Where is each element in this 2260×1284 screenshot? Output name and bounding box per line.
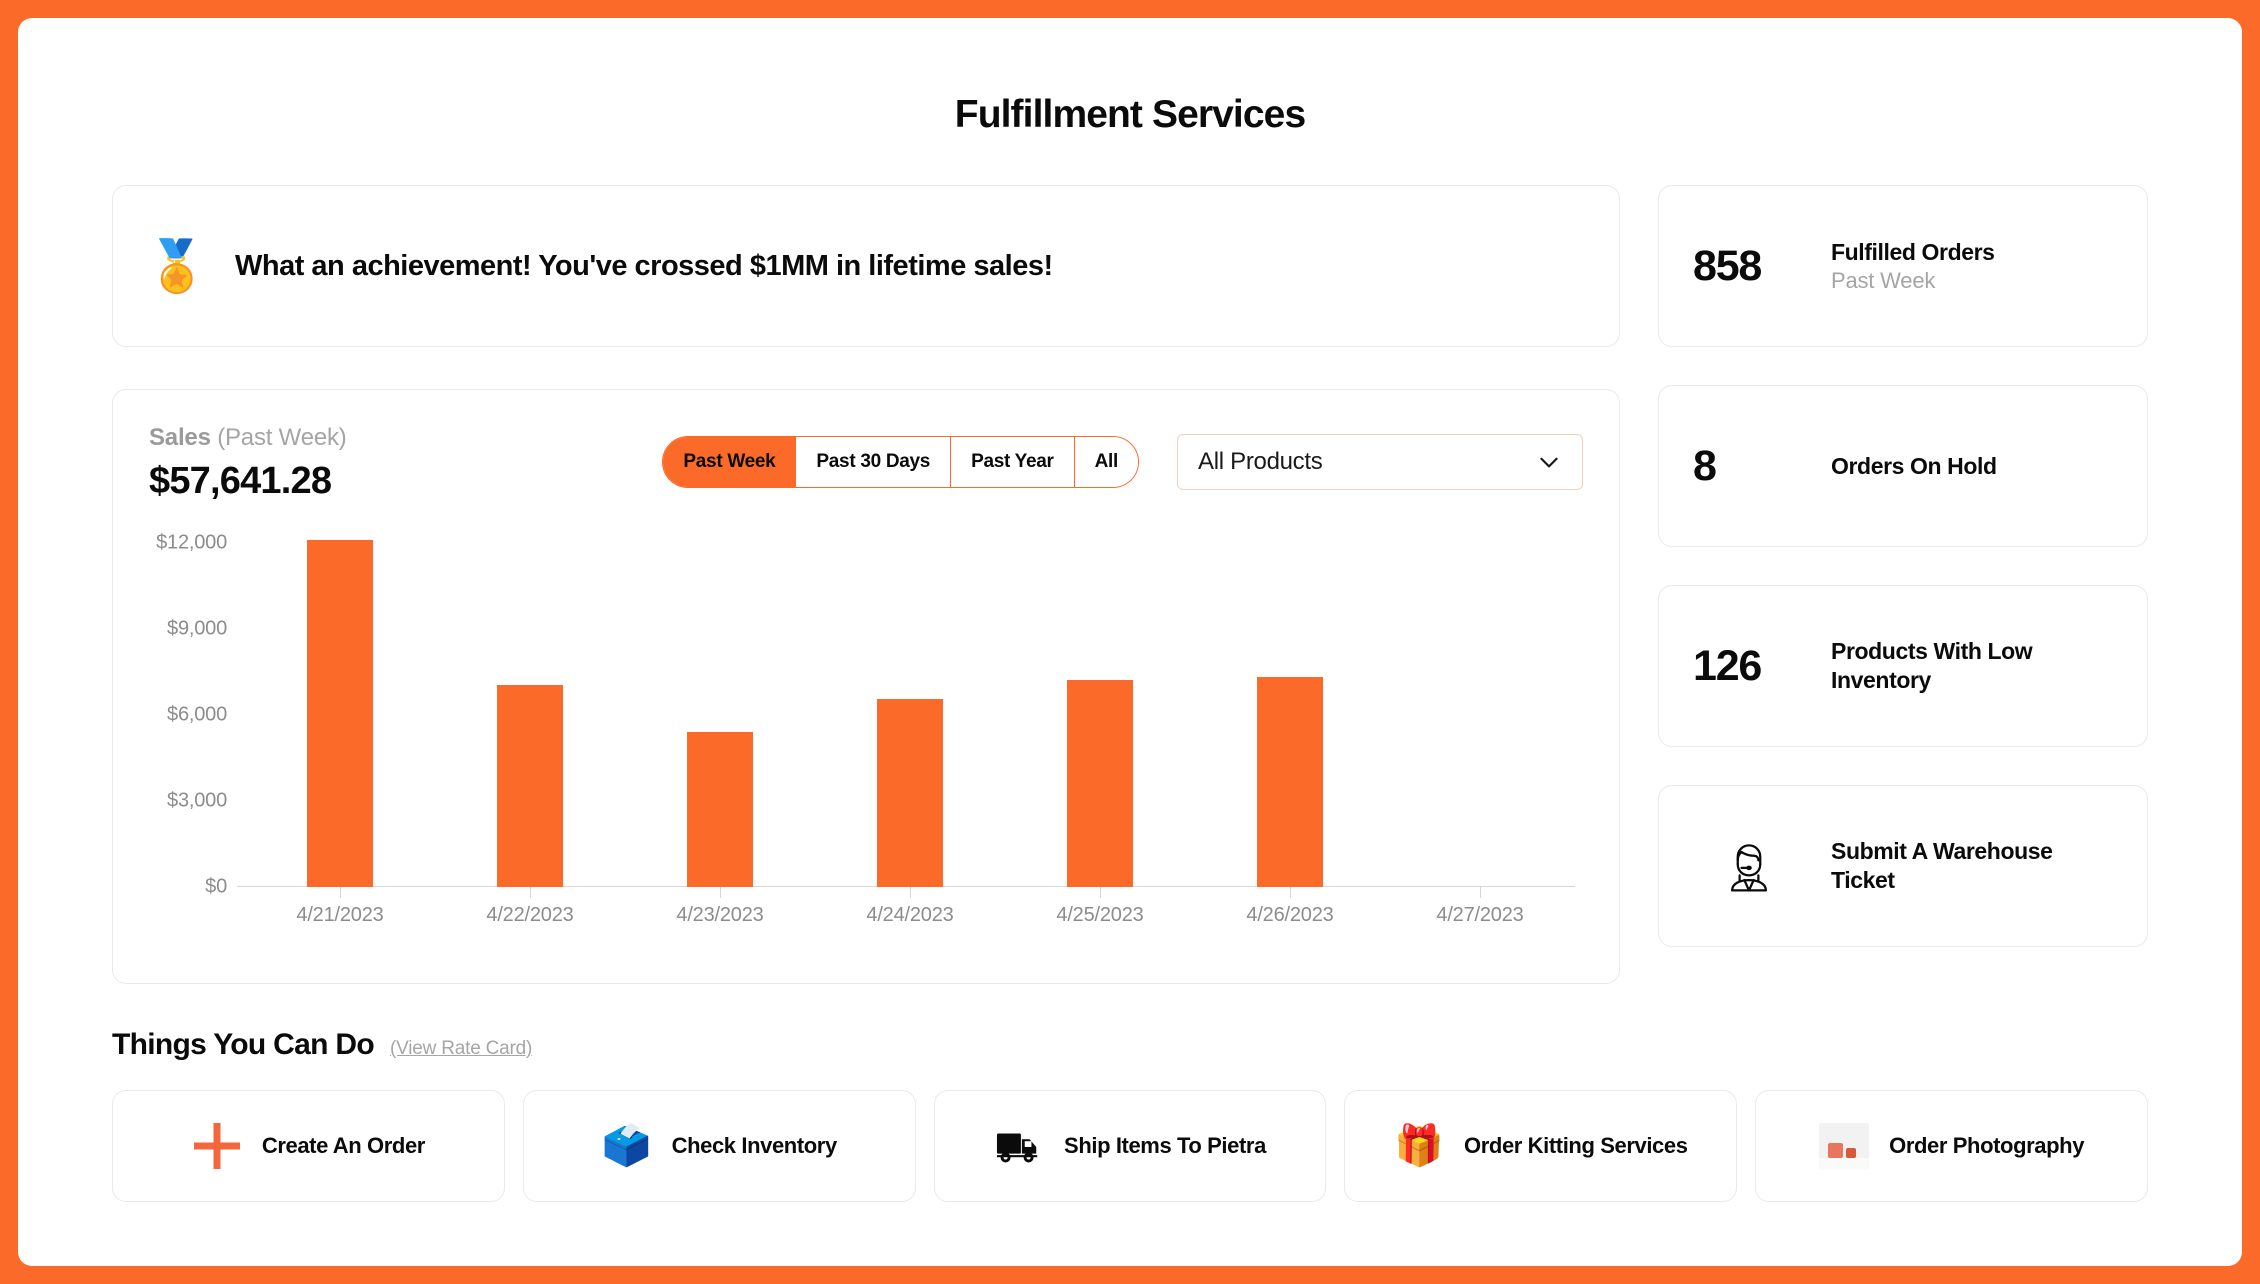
- stat-value: 858: [1693, 242, 1805, 291]
- submit-warehouse-ticket-card[interactable]: Submit A Warehouse Ticket: [1658, 785, 2148, 947]
- chart-y-axis: $0$3,000$6,000$9,000$12,000: [149, 543, 237, 887]
- chart-bar-slot: [245, 543, 435, 887]
- chart-plot-area: [245, 543, 1575, 887]
- chart-bar[interactable]: [307, 540, 373, 887]
- truck-icon: [994, 1121, 1044, 1171]
- sales-label-bold: Sales: [149, 424, 211, 451]
- sales-summary: Sales (Past Week) $57,641.28: [149, 424, 347, 503]
- y-axis-tick: $0: [205, 876, 227, 899]
- support-agent-icon: [1693, 836, 1805, 896]
- chevron-down-icon: [1536, 449, 1562, 475]
- range-button-all[interactable]: All: [1075, 437, 1138, 487]
- clipboard-boxes-icon: 🗳️: [602, 1121, 652, 1171]
- action-card-label: Check Inventory: [672, 1133, 837, 1159]
- stat-card-fulfilled-orders[interactable]: 858 Fulfilled Orders Past Week: [1658, 185, 2148, 347]
- chart-bar-slot: [815, 543, 1005, 887]
- sales-header: Sales (Past Week) $57,641.28 Past Week P…: [149, 424, 1583, 503]
- x-axis-label: 4/22/2023: [435, 904, 625, 927]
- things-you-can-do-title: Things You Can Do: [112, 1028, 374, 1062]
- chart-bar[interactable]: [497, 685, 563, 887]
- x-axis-tick-mark: [1480, 887, 1481, 898]
- y-axis-tick: $9,000: [167, 618, 227, 641]
- chart-bar[interactable]: [1257, 677, 1323, 887]
- date-range-toggle[interactable]: Past Week Past 30 Days Past Year All: [662, 436, 1139, 488]
- action-card-label: Create An Order: [262, 1133, 425, 1159]
- stat-label: Products With Low Inventory: [1831, 637, 2113, 695]
- action-card-order-photography[interactable]: Order Photography: [1755, 1090, 2148, 1202]
- right-column: 858 Fulfilled Orders Past Week 8 Orders …: [1658, 185, 2148, 984]
- things-you-can-do-section: Things You Can Do (View Rate Card) Creat…: [112, 1028, 2148, 1202]
- action-card-grid: Create An Order 🗳️ Check Inventory: [112, 1090, 2148, 1202]
- action-card-create-an-order[interactable]: Create An Order: [112, 1090, 505, 1202]
- app-frame: Fulfillment Services 🏅 What an achieveme…: [18, 18, 2242, 1266]
- stat-card-low-inventory[interactable]: 126 Products With Low Inventory: [1658, 585, 2148, 747]
- view-rate-card-link[interactable]: (View Rate Card): [390, 1038, 532, 1060]
- y-axis-tick: $6,000: [167, 704, 227, 727]
- gift-box-icon: 🎁: [1394, 1121, 1444, 1171]
- sales-controls: Past Week Past 30 Days Past Year All All…: [662, 434, 1583, 490]
- chart-x-axis: 4/21/20234/22/20234/23/20234/24/20234/25…: [245, 904, 1575, 927]
- chart-bar-slot: [435, 543, 625, 887]
- stat-text: Products With Low Inventory: [1831, 637, 2113, 695]
- achievement-banner: 🏅 What an achievement! You've crossed $1…: [112, 185, 1620, 347]
- action-card-check-inventory[interactable]: 🗳️ Check Inventory: [523, 1090, 916, 1202]
- stat-label: Fulfilled Orders: [1831, 238, 1995, 267]
- chart-bar[interactable]: [687, 732, 753, 887]
- chart-bar-slot: [1385, 543, 1575, 887]
- achievement-message: What an achievement! You've crossed $1MM…: [235, 250, 1053, 283]
- stat-card-orders-on-hold[interactable]: 8 Orders On Hold: [1658, 385, 2148, 547]
- range-button-past-week[interactable]: Past Week: [663, 437, 796, 487]
- sales-amount: $57,641.28: [149, 460, 347, 503]
- x-axis-label: 4/21/2023: [245, 904, 435, 927]
- x-axis-tick-mark: [530, 887, 531, 898]
- chart-bar[interactable]: [1067, 680, 1133, 887]
- sales-label: Sales (Past Week): [149, 424, 347, 452]
- stat-text: Fulfilled Orders Past Week: [1831, 238, 1995, 295]
- x-axis-label: 4/24/2023: [815, 904, 1005, 927]
- chart-bar-slot: [625, 543, 815, 887]
- range-button-past-year[interactable]: Past Year: [951, 437, 1075, 487]
- stat-label: Orders On Hold: [1831, 452, 1997, 481]
- stat-value: 8: [1693, 442, 1805, 491]
- range-button-past-30-days[interactable]: Past 30 Days: [796, 437, 951, 487]
- x-axis-tick-mark: [340, 887, 341, 898]
- stat-text: Submit A Warehouse Ticket: [1831, 837, 2113, 895]
- product-filter-dropdown[interactable]: All Products: [1177, 434, 1583, 490]
- stat-value: 126: [1693, 642, 1805, 691]
- x-axis-label: 4/23/2023: [625, 904, 815, 927]
- page-title: Fulfillment Services: [112, 18, 2148, 137]
- things-you-can-do-header: Things You Can Do (View Rate Card): [112, 1028, 2148, 1062]
- y-axis-tick: $3,000: [167, 790, 227, 813]
- product-photo-icon: [1819, 1121, 1869, 1171]
- chart-bar-slot: [1005, 543, 1195, 887]
- stat-text: Orders On Hold: [1831, 452, 1997, 481]
- y-axis-tick: $12,000: [156, 532, 227, 555]
- chart-bars: [245, 543, 1575, 887]
- action-card-order-kitting-services[interactable]: 🎁 Order Kitting Services: [1344, 1090, 1737, 1202]
- sales-label-period: (Past Week): [211, 424, 347, 451]
- warehouse-ticket-label: Submit A Warehouse Ticket: [1831, 837, 2113, 895]
- sales-card: Sales (Past Week) $57,641.28 Past Week P…: [112, 389, 1620, 984]
- sales-bar-chart: $0$3,000$6,000$9,000$12,000 4/21/20234/2…: [149, 529, 1583, 953]
- action-card-label: Ship Items To Pietra: [1064, 1133, 1266, 1159]
- chart-bar[interactable]: [877, 699, 943, 887]
- chart-bar-slot: [1195, 543, 1385, 887]
- dashboard-content: 🏅 What an achievement! You've crossed $1…: [112, 185, 2148, 984]
- action-card-label: Order Kitting Services: [1464, 1133, 1688, 1159]
- x-axis-label: 4/26/2023: [1195, 904, 1385, 927]
- medal-icon: 🏅: [149, 238, 205, 294]
- x-axis-tick-mark: [1100, 887, 1101, 898]
- stat-sublabel: Past Week: [1831, 268, 1995, 294]
- action-card-ship-items-to-pietra[interactable]: Ship Items To Pietra: [934, 1090, 1327, 1202]
- x-axis-tick-mark: [910, 887, 911, 898]
- x-axis-tick-mark: [1290, 887, 1291, 898]
- left-column: 🏅 What an achievement! You've crossed $1…: [112, 185, 1620, 984]
- plus-icon: [192, 1121, 242, 1171]
- product-filter-value: All Products: [1198, 448, 1322, 476]
- x-axis-tick-mark: [720, 887, 721, 898]
- action-card-label: Order Photography: [1889, 1133, 2084, 1159]
- x-axis-label: 4/25/2023: [1005, 904, 1195, 927]
- x-axis-label: 4/27/2023: [1385, 904, 1575, 927]
